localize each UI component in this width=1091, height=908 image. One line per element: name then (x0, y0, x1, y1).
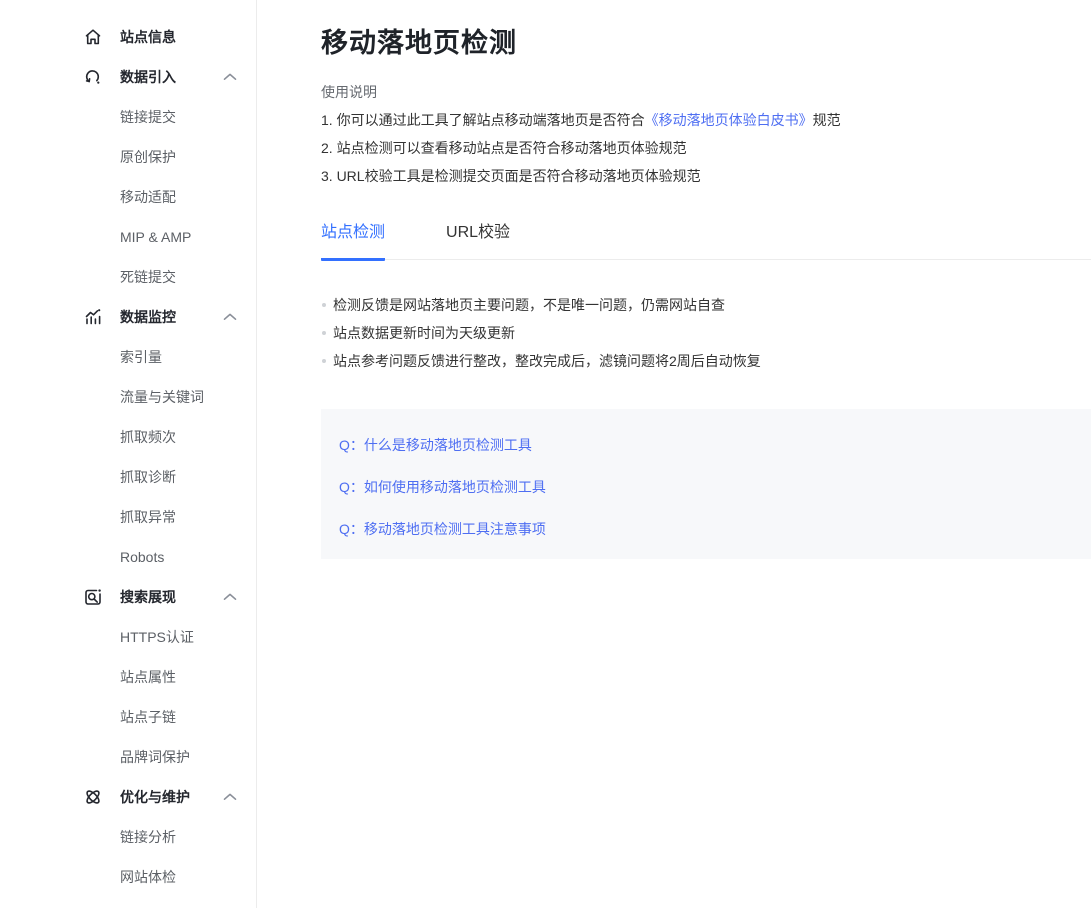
note-item: 站点参考问题反馈进行整改，整改完成后，滤镜问题将2周后自动恢复 (321, 347, 1091, 375)
sidebar-item[interactable]: 移动适配 (0, 177, 256, 217)
instruction-text: 1. 你可以通过此工具了解站点移动端落地页是否符合 (321, 112, 645, 128)
sidebar-section-header[interactable]: 搜索展现 (0, 577, 256, 617)
sidebar-item[interactable]: 抓取频次 (0, 417, 256, 457)
sidebar-section-header[interactable]: 数据监控 (0, 297, 256, 337)
faq-question-link[interactable]: Q：如何使用移动落地页检测工具 (339, 479, 1073, 495)
page-title: 移动落地页检测 (321, 28, 1091, 58)
usage-label: 使用说明 (321, 82, 1091, 102)
chevron-up-icon[interactable] (223, 313, 237, 321)
instruction-line: 1. 你可以通过此工具了解站点移动端落地页是否符合《移动落地页体验白皮书》规范 (321, 106, 1091, 134)
sidebar-section-label: 优化与维护 (120, 787, 223, 807)
faq-box: Q：什么是移动落地页检测工具 Q：如何使用移动落地页检测工具 Q：移动落地页检测工具… (321, 409, 1091, 559)
sidebar-item[interactable]: HTTPS认证 (0, 617, 256, 657)
sidebar-item[interactable]: 链接分析 (0, 817, 256, 857)
sidebar-item[interactable]: 抓取异常 (0, 497, 256, 537)
instruction-text: 3. URL校验工具是检测提交页面是否符合移动落地页体验规范 (321, 168, 701, 184)
tab-bar: 站点检测 URL校验 (321, 225, 1091, 260)
sidebar-section-label: 搜索展现 (120, 587, 223, 607)
sidebar: 站点信息 数据引入链接提交原创保护移动适配MIP & AMP死链提交 数据监控索… (0, 0, 257, 908)
sidebar-item[interactable]: 原创保护 (0, 137, 256, 177)
sidebar-item[interactable]: 网站体检 (0, 857, 256, 897)
note-item: 检测反馈是网站落地页主要问题，不是唯一问题，仍需网站自查 (321, 291, 1091, 319)
sidebar-item[interactable]: 品牌词保护 (0, 737, 256, 777)
optimize-icon (82, 786, 104, 808)
instruction-text: 规范 (813, 112, 841, 128)
sidebar-item[interactable]: MIP & AMP (0, 217, 256, 257)
note-item: 站点数据更新时间为天级更新 (321, 319, 1091, 347)
sidebar-section-header[interactable]: 数据引入 (0, 57, 256, 97)
chevron-up-icon[interactable] (223, 73, 237, 81)
faq-question-link[interactable]: Q：移动落地页检测工具注意事项 (339, 521, 1073, 537)
sidebar-section-header[interactable]: 站点信息 (0, 17, 256, 57)
instruction-line: 3. URL校验工具是检测提交页面是否符合移动落地页体验规范 (321, 162, 1091, 190)
sidebar-item[interactable]: 死链提交 (0, 257, 256, 297)
instruction-text: 2. 站点检测可以查看移动站点是否符合移动落地页体验规范 (321, 140, 687, 156)
instruction-line: 2. 站点检测可以查看移动站点是否符合移动落地页体验规范 (321, 134, 1091, 162)
sidebar-section-header[interactable]: 优化与维护 (0, 777, 256, 817)
tab-site-check[interactable]: 站点检测 (321, 225, 385, 261)
chevron-up-icon[interactable] (223, 793, 237, 801)
sidebar-item[interactable]: 抓取诊断 (0, 457, 256, 497)
data-monitor-icon (82, 306, 104, 328)
sidebar-item[interactable]: 链接提交 (0, 97, 256, 137)
whitepaper-link[interactable]: 《移动落地页体验白皮书》 (645, 112, 813, 128)
home-icon (82, 26, 104, 48)
sidebar-item[interactable]: 索引量 (0, 337, 256, 377)
faq-question-link[interactable]: Q：什么是移动落地页检测工具 (339, 437, 1073, 453)
sidebar-item[interactable]: 站点子链 (0, 697, 256, 737)
sidebar-item[interactable]: Robots (0, 537, 256, 577)
search-display-icon (82, 586, 104, 608)
sidebar-section-label: 数据监控 (120, 307, 223, 327)
chevron-up-icon[interactable] (223, 593, 237, 601)
main-content: 移动落地页检测 使用说明 1. 你可以通过此工具了解站点移动端落地页是否符合《移… (321, 0, 1091, 559)
instructions: 1. 你可以通过此工具了解站点移动端落地页是否符合《移动落地页体验白皮书》规范 2… (321, 106, 1091, 190)
tab-url-verify[interactable]: URL校验 (446, 225, 510, 261)
data-import-icon (82, 66, 104, 88)
sidebar-item[interactable]: 站点属性 (0, 657, 256, 697)
sidebar-section-label: 数据引入 (120, 67, 223, 87)
notes-list: 检测反馈是网站落地页主要问题，不是唯一问题，仍需网站自查站点数据更新时间为天级更… (321, 291, 1091, 375)
sidebar-item[interactable]: 流量与关键词 (0, 377, 256, 417)
sidebar-section-label: 站点信息 (120, 27, 237, 47)
